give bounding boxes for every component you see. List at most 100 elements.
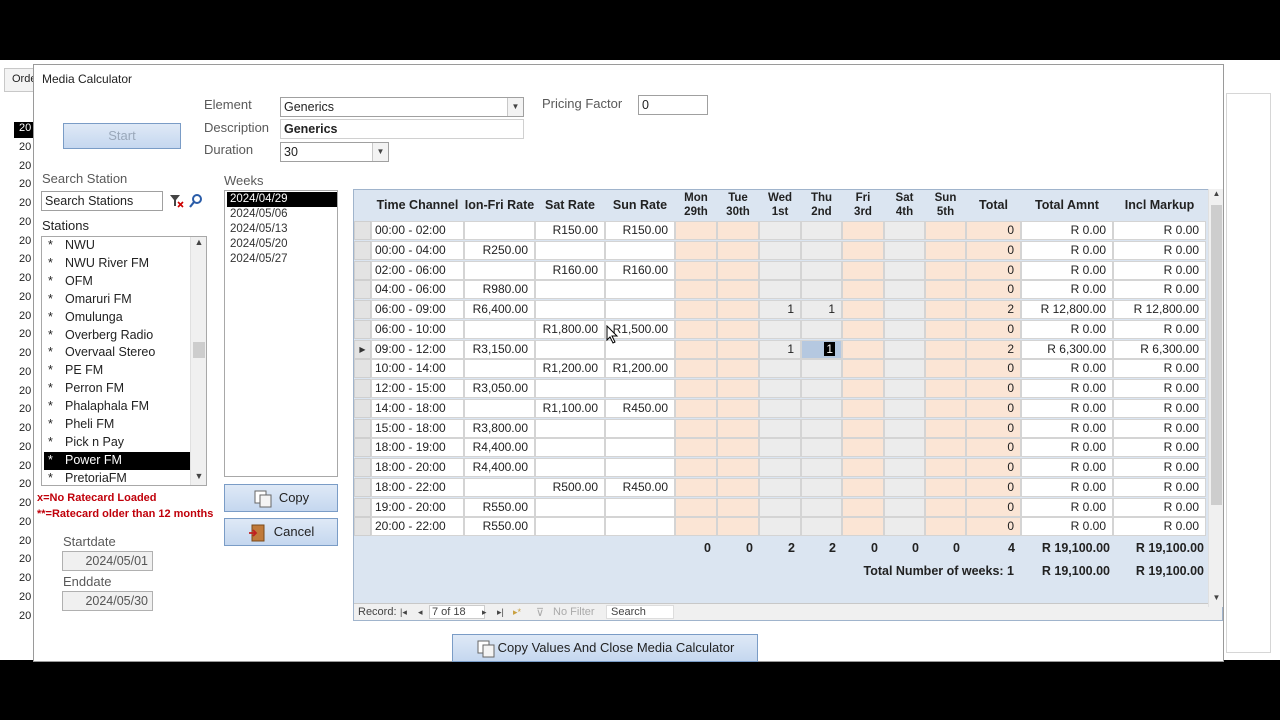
grid-cell-total[interactable]: 0 [966, 379, 1021, 398]
grid-cell-time[interactable]: 19:00 - 20:00 [371, 497, 464, 517]
grid-cell-markup[interactable]: R 0.00 [1113, 418, 1206, 438]
grid-cell-sat[interactable] [535, 339, 605, 359]
grid-cell-wed[interactable] [759, 517, 801, 537]
grid-cell-time[interactable]: 09:00 - 12:00 [371, 339, 464, 359]
grid-cell-sa[interactable] [884, 221, 925, 240]
grid-cell-markup[interactable]: R 0.00 [1113, 221, 1206, 240]
row-selector[interactable] [354, 517, 371, 537]
station-item[interactable]: * Omulunga [44, 309, 191, 327]
next-record-icon[interactable]: ▸ [482, 607, 487, 618]
grid-cell-wed[interactable] [759, 379, 801, 398]
grid-cell-mon[interactable] [675, 319, 717, 339]
grid-cell-sun[interactable] [605, 517, 675, 537]
grid-cell-mon[interactable] [675, 477, 717, 497]
no-filter-label[interactable]: No Filter [553, 606, 595, 618]
column-header-sun[interactable]: Sun 5th [925, 190, 966, 220]
week-item[interactable]: 2024/05/20 [227, 237, 337, 252]
grid-cell-fri[interactable] [842, 379, 884, 398]
station-item[interactable]: * Overvaal Stereo [44, 344, 191, 362]
grid-cell-sa[interactable] [884, 497, 925, 517]
grid-cell-mf[interactable] [464, 477, 535, 497]
search-icon[interactable] [188, 193, 204, 209]
grid-cell-markup[interactable]: R 0.00 [1113, 497, 1206, 517]
grid-cell-time[interactable]: 06:00 - 10:00 [371, 319, 464, 339]
grid-cell-total[interactable]: 0 [966, 477, 1021, 497]
row-selector[interactable] [354, 477, 371, 497]
grid-cell-sa[interactable] [884, 339, 925, 359]
row-selector[interactable] [354, 398, 371, 418]
chevron-down-icon[interactable]: ▼ [372, 143, 388, 161]
grid-cell-markup[interactable]: R 0.00 [1113, 359, 1206, 379]
row-selector[interactable] [354, 260, 371, 280]
grid-cell-mf[interactable]: R550.00 [464, 517, 535, 537]
grid-cell-total[interactable]: 0 [966, 458, 1021, 477]
grid-cell-sa[interactable] [884, 260, 925, 280]
grid-cell-thu[interactable] [801, 319, 842, 339]
grid-cell-amnt[interactable]: R 0.00 [1021, 260, 1113, 280]
grid-cell-sa[interactable] [884, 240, 925, 260]
grid-cell-sun[interactable] [605, 240, 675, 260]
grid-cell-tue[interactable] [717, 319, 759, 339]
grid-cell-mf[interactable]: R550.00 [464, 497, 535, 517]
station-item[interactable]: * NWU River FM [44, 255, 191, 273]
station-item[interactable]: * PretoriaFM [44, 470, 191, 485]
copy-button[interactable]: Copy [224, 484, 338, 512]
grid-cell-sat[interactable]: R160.00 [535, 260, 605, 280]
grid-cell-wed[interactable] [759, 458, 801, 477]
copy-close-button[interactable]: Copy Values And Close Media Calculator [452, 634, 758, 662]
grid-cell-su[interactable] [925, 240, 966, 260]
grid-cell-amnt[interactable]: R 0.00 [1021, 418, 1113, 438]
grid-cell-mon[interactable] [675, 240, 717, 260]
grid-search-input[interactable]: Search [606, 605, 674, 619]
scroll-up-icon[interactable]: ▲ [191, 237, 206, 251]
grid-cell-fri[interactable] [842, 458, 884, 477]
grid-cell-fri[interactable] [842, 359, 884, 379]
grid-cell-amnt[interactable]: R 6,300.00 [1021, 339, 1113, 359]
background-tab[interactable]: Orde [4, 68, 36, 92]
station-item[interactable]: * Pick n Pay [44, 434, 191, 452]
element-dropdown[interactable]: Generics ▼ [280, 97, 524, 117]
grid-cell-fri[interactable] [842, 418, 884, 438]
grid-cell-thu[interactable] [801, 458, 842, 477]
grid-cell-sa[interactable] [884, 418, 925, 438]
grid-cell-sat[interactable] [535, 418, 605, 438]
grid-cell-sun[interactable] [605, 280, 675, 300]
grid-cell-fri[interactable] [842, 319, 884, 339]
grid-cell-wed[interactable]: 1 [759, 339, 801, 359]
grid-cell-amnt[interactable]: R 0.00 [1021, 477, 1113, 497]
scroll-up-icon[interactable]: ▲ [1209, 189, 1224, 203]
grid-cell-total[interactable]: 0 [966, 517, 1021, 537]
grid-cell-fri[interactable] [842, 221, 884, 240]
grid-cell-total[interactable]: 0 [966, 221, 1021, 240]
grid-cell-su[interactable] [925, 339, 966, 359]
station-item[interactable]: * Power FM [44, 451, 191, 470]
grid-cell-time[interactable]: 00:00 - 02:00 [371, 221, 464, 240]
last-record-icon[interactable]: ▸| [497, 607, 504, 618]
grid-cell-thu[interactable]: 1 [801, 300, 842, 319]
grid-cell-mon[interactable] [675, 379, 717, 398]
grid-cell-tue[interactable] [717, 458, 759, 477]
grid-cell-sat[interactable] [535, 280, 605, 300]
grid-cell-sun[interactable] [605, 379, 675, 398]
grid-cell-sun[interactable]: R150.00 [605, 221, 675, 240]
grid-cell-sat[interactable] [535, 240, 605, 260]
grid-cell-wed[interactable] [759, 477, 801, 497]
grid-cell-mon[interactable] [675, 339, 717, 359]
enddate-field[interactable]: 2024/05/30 [62, 591, 153, 611]
week-item[interactable]: 2024/05/27 [227, 252, 337, 267]
grid-cell-sat[interactable] [535, 497, 605, 517]
grid-cell-tue[interactable] [717, 359, 759, 379]
stations-scrollbar[interactable]: ▲ ▼ [190, 237, 206, 485]
grid-cell-wed[interactable] [759, 240, 801, 260]
grid-cell-sa[interactable] [884, 438, 925, 458]
grid-cell-mf[interactable]: R4,400.00 [464, 458, 535, 477]
grid-cell-sat[interactable] [535, 300, 605, 319]
row-selector[interactable] [354, 359, 371, 379]
grid-cell-total[interactable]: 0 [966, 260, 1021, 280]
grid-cell-mf[interactable] [464, 398, 535, 418]
week-item[interactable]: 2024/05/06 [227, 207, 337, 222]
grid-cell-mon[interactable] [675, 418, 717, 438]
grid-cell-total[interactable]: 0 [966, 497, 1021, 517]
grid-cell-markup[interactable]: R 0.00 [1113, 240, 1206, 260]
grid-cell-fri[interactable] [842, 438, 884, 458]
